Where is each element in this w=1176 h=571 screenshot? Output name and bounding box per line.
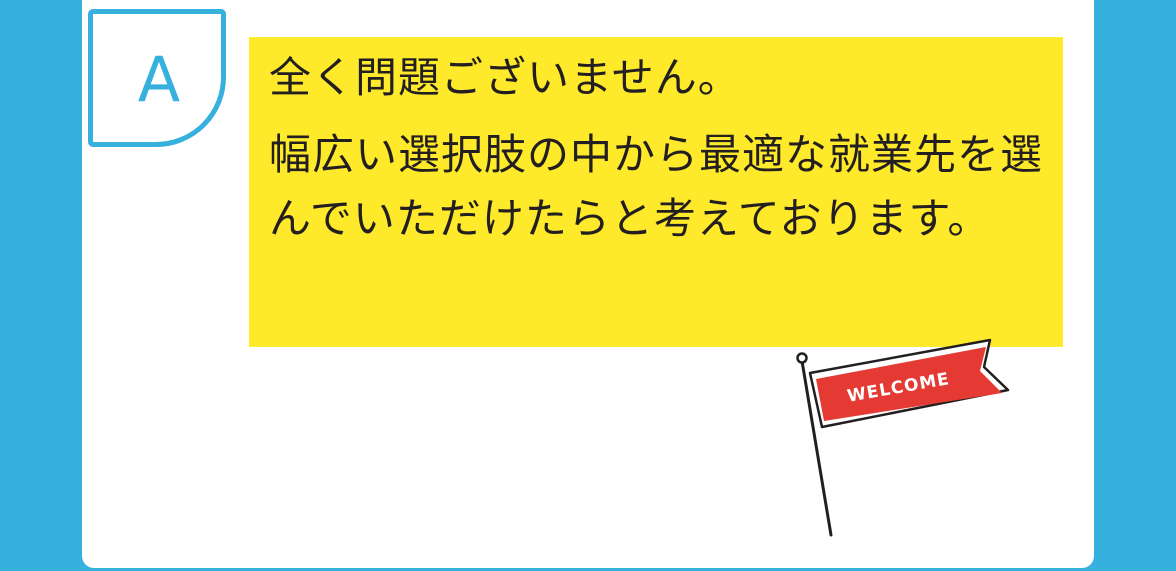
answer-badge-letter: A bbox=[137, 43, 181, 116]
answer-paragraph: 幅広い選択肢の中から最適な就業先を選んでいただけたらと考えております。 bbox=[269, 130, 1044, 243]
answer-heading: 全く問題ございません。 bbox=[269, 53, 741, 102]
welcome-flag-icon: WELCOME bbox=[796, 338, 1010, 537]
answer-badge: A bbox=[88, 9, 226, 147]
answer-text-box: 全く問題ございません。 幅広い選択肢の中から最適な就業先を選んでいただけたらと考… bbox=[249, 37, 1063, 347]
